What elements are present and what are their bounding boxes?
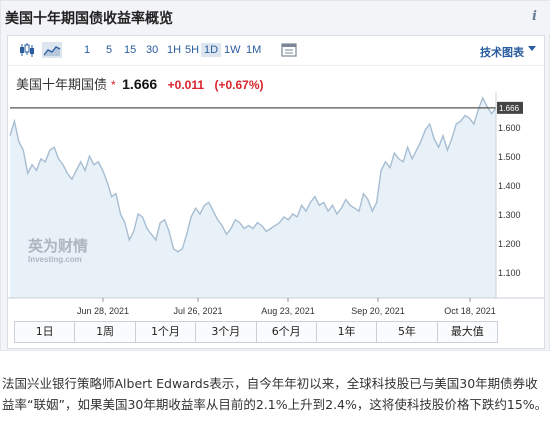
range-max-button[interactable]: 最大值 [438,322,497,342]
timeframe-1[interactable]: 1 [84,44,90,56]
quote-price: 1.666 [122,76,158,92]
range-1y-button[interactable]: 1年 [317,322,378,342]
watermark-sub: Investing.com [28,255,82,264]
technical-chart-link[interactable]: 技术图表 [480,44,524,60]
range-5y-button[interactable]: 5年 [377,322,438,342]
area-chart-icon[interactable] [42,42,62,58]
calendar-icon[interactable] [280,42,298,58]
x-tick-label: Jun 28, 2021 [77,306,129,316]
timeframe-1w[interactable]: 1W [224,44,241,56]
x-tick-label: Jul 26, 2021 [173,306,222,316]
watermark-brand: 英为财情 [28,237,88,255]
area-fill [10,98,496,298]
range-selector: 1日 1周 1个月 3个月 6个月 1年 5年 最大值 [14,321,498,343]
timeframe-5h[interactable]: 5H [185,44,199,56]
quote-star: * [111,78,116,92]
timeframe-30[interactable]: 30 [146,44,158,56]
y-tick-label: 1.400 [498,181,521,191]
range-3m-button[interactable]: 3个月 [196,322,257,342]
timeframe-1d[interactable]: 1D [201,43,222,57]
quote-change-percent: (+0.67%) [214,78,264,92]
x-tick-label: Sep 20, 2021 [351,306,405,316]
quote-row: 美国十年期国债 * 1.666 +0.011 (+0.67%) [16,74,264,92]
article-caption: 法国兴业银行策略师Albert Edwards表示，自今年年初以来，全球科技股已… [2,376,548,412]
chart-panel: 1 5 15 30 1H 5H 1D 1W 1M 技术图表 美国十年期国债 * 1… [7,35,545,349]
chevron-down-icon[interactable] [528,46,536,51]
quote-name: 美国十年期国债 [16,77,108,92]
y-tick-label: 1.600 [498,123,521,133]
candlestick-icon[interactable] [18,42,36,58]
chart-toolbar: 1 5 15 30 1H 5H 1D 1W 1M 技术图表 [8,36,544,66]
range-1d-button[interactable]: 1日 [15,322,76,342]
x-tick-label: Aug 23, 2021 [261,306,315,316]
overview-widget: 美国十年期国债收益率概览 i 1 5 15 30 1H 5H 1D 1W 1M … [0,0,550,351]
range-1m-button[interactable]: 1个月 [136,322,197,342]
watermark: 英为财情 Investing.com [28,237,88,264]
y-tick-label: 1.200 [498,239,521,249]
x-tick-label: Oct 18, 2021 [444,306,496,316]
yield-area-chart[interactable]: 英为财情 Investing.com 1.100 1.200 1.300 1.400 1… [8,92,544,318]
quote-change: +0.011 [167,78,205,92]
widget-title-bar: 美国十年期国债收益率概览 i [1,1,550,33]
range-1w-button[interactable]: 1周 [75,322,136,342]
y-tick-label: 1.300 [498,210,521,220]
y-tick-label: 1.500 [498,152,521,162]
y-tick-label: 1.100 [498,268,521,278]
timeframe-15[interactable]: 15 [124,44,136,56]
widget-title: 美国十年期国债收益率概览 [5,11,173,27]
timeframe-1h[interactable]: 1H [167,44,181,56]
timeframe-5[interactable]: 5 [106,44,112,56]
range-6m-button[interactable]: 6个月 [257,322,317,342]
current-value-label: 1.666 [499,104,520,113]
timeframe-1m[interactable]: 1M [246,44,261,56]
info-icon[interactable]: i [532,9,537,24]
